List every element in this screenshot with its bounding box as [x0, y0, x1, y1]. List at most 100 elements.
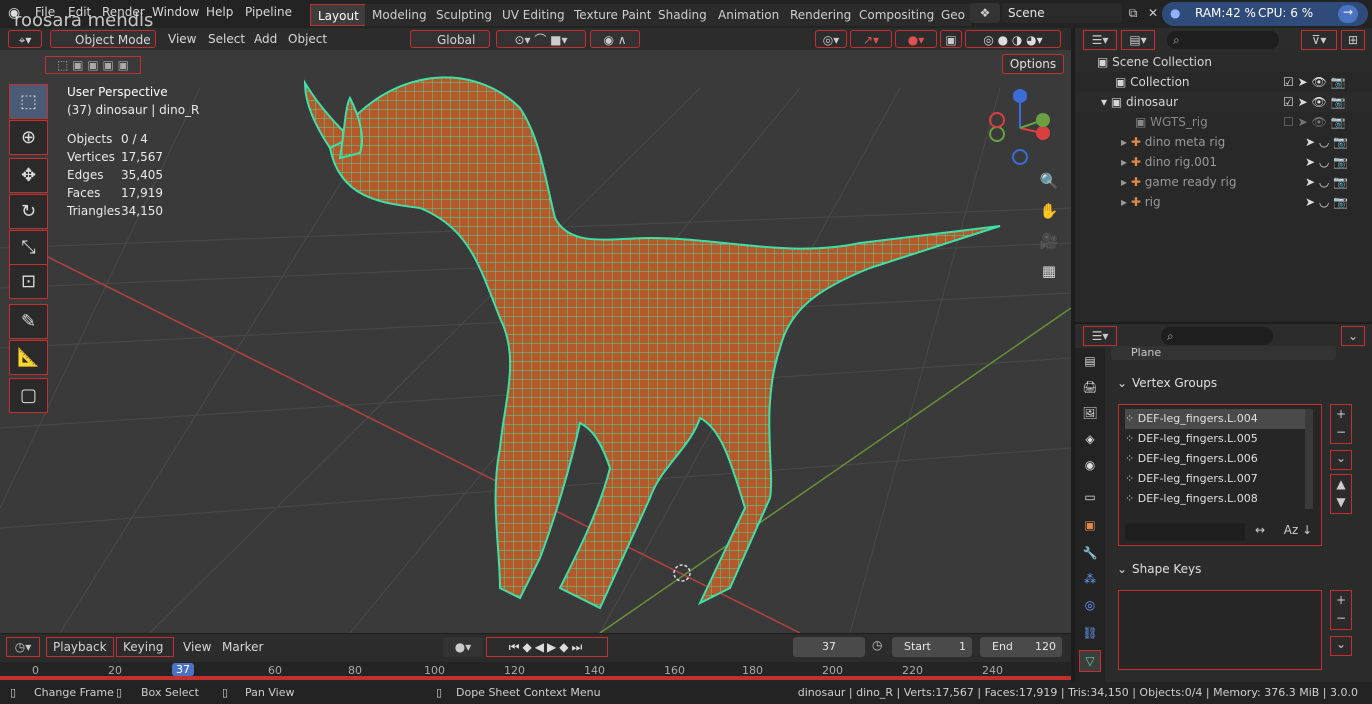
transform-tool-icon[interactable]: ⊡	[9, 264, 48, 299]
outliner-row-game-ready-rig[interactable]: ▸ ✚ game ready rig ➤ ◡ 📷	[1075, 172, 1372, 192]
timeline-editor-type-icon[interactable]: ◷▾	[6, 637, 40, 657]
scale-tool-icon[interactable]: ⤡	[9, 230, 48, 265]
outliner-editor-type-icon[interactable]: ☰▾	[1083, 30, 1117, 50]
object-mode-dropdown[interactable]: Object Mode	[50, 30, 156, 48]
filter-icon[interactable]: ⊽▾	[1301, 30, 1337, 50]
snap-tools[interactable]: ⊙▾ ⌒ ■▾	[496, 30, 586, 48]
camera-icon[interactable]: 🎥	[1038, 230, 1060, 252]
shape-keys-title[interactable]: Shape Keys	[1132, 562, 1201, 576]
outliner-row-dino-meta-rig[interactable]: ▸ ✚ dino meta rig ➤ ◡ 📷	[1075, 132, 1372, 152]
tab-sculpting[interactable]: Sculpting	[429, 4, 501, 26]
data-tab-icon[interactable]: ▽	[1079, 650, 1101, 672]
add-remove-shape-key-icon[interactable]: + −	[1330, 590, 1352, 630]
world-tab-icon[interactable]: ◉	[1079, 454, 1101, 476]
tab-modeling[interactable]: Modeling	[365, 4, 435, 26]
outliner-row-rig[interactable]: ▸ ✚ rig ➤ ◡ 📷	[1075, 192, 1372, 212]
menu-file[interactable]: File	[35, 5, 55, 19]
measure-tool-icon[interactable]: 📐	[9, 340, 48, 375]
grid-perspective-icon[interactable]: ▦	[1038, 260, 1060, 282]
autokey-icon[interactable]: ●▾	[443, 637, 483, 657]
current-frame-field[interactable]: 37	[793, 637, 865, 657]
move-group-icon[interactable]: ▲ ▼	[1330, 474, 1352, 514]
remove-scene-icon[interactable]: ✕	[1144, 3, 1162, 23]
editor-type-icon[interactable]: ⌖▾	[8, 30, 42, 48]
expand-icon[interactable]: ▸	[1121, 135, 1127, 149]
timeline-view-menu[interactable]: View	[183, 640, 211, 654]
expand-icon[interactable]: ▸	[1121, 155, 1127, 169]
list-item[interactable]: ⁘ DEF-leg_fingers.L.007	[1125, 469, 1305, 489]
expand-icon[interactable]: ▸	[1121, 195, 1127, 209]
menu-select[interactable]: Select	[208, 30, 245, 48]
playhead-label[interactable]: 37	[172, 663, 194, 676]
menu-view[interactable]: View	[168, 30, 196, 48]
row-controls-icon[interactable]: ➤ ◡ 📷	[1305, 172, 1348, 192]
keying-menu[interactable]: Keying	[116, 637, 174, 657]
scene-selector-icon[interactable]: ❖	[970, 3, 1000, 23]
vertex-groups-title[interactable]: Vertex Groups	[1132, 376, 1217, 390]
collapse-icon[interactable]: ⌄	[1117, 376, 1127, 390]
tab-animation[interactable]: Animation	[711, 4, 788, 26]
display-mode-icon[interactable]: ▤▾	[1121, 30, 1155, 50]
cursor-tool-icon[interactable]: ⊕	[9, 120, 48, 155]
sort-icon[interactable]: Az ↓	[1279, 523, 1317, 541]
menu-pipeline[interactable]: Pipeline	[245, 5, 292, 19]
row-controls-icon[interactable]: ➤ ◡ 📷	[1305, 152, 1348, 172]
swap-icon[interactable]: ↔	[1249, 523, 1271, 541]
tab-texture-paint[interactable]: Texture Paint	[567, 4, 660, 26]
visibility-icon[interactable]: ◎▾	[815, 30, 847, 48]
view-layer-tab-icon[interactable]: 🖼	[1079, 402, 1101, 424]
menu-object[interactable]: Object	[288, 30, 327, 48]
properties-editor-type-icon[interactable]: ☰▾	[1083, 326, 1117, 346]
outliner-row-collection[interactable]: ▣ Collection ☑ ➤ 👁 📷	[1075, 72, 1372, 92]
overlay-toggle-icon[interactable]: ●▾	[895, 30, 937, 48]
outliner-row-dino-rig-001[interactable]: ▸ ✚ dino rig.001 ➤ ◡ 📷	[1075, 152, 1372, 172]
rotate-tool-icon[interactable]: ↻	[9, 194, 48, 229]
xray-icon[interactable]: ▣	[940, 30, 962, 48]
chevron-down-icon[interactable]: ⌄	[1341, 326, 1365, 346]
vertex-group-filter-input[interactable]	[1125, 523, 1245, 541]
menu-render[interactable]: Render	[102, 5, 145, 19]
shape-key-menu-icon[interactable]: ⌄	[1330, 636, 1352, 656]
output-tab-icon[interactable]: 🖨	[1079, 376, 1101, 398]
copy-scene-icon[interactable]: ⧉	[1124, 3, 1142, 23]
menu-edit[interactable]: Edit	[68, 5, 91, 19]
tab-geo[interactable]: Geo	[934, 4, 974, 26]
tab-shading[interactable]: Shading	[651, 4, 715, 26]
tab-compositing[interactable]: Compositing	[852, 4, 943, 26]
row-controls-icon[interactable]: ➤ ◡ 📷	[1305, 192, 1348, 212]
select-box-tool-icon[interactable]: ⬚	[9, 84, 48, 119]
tab-uv-editing[interactable]: UV Editing	[495, 4, 573, 26]
vertex-group-menu-icon[interactable]: ⌄	[1330, 450, 1352, 470]
playback-menu[interactable]: Playback	[46, 637, 114, 657]
outliner-search-input[interactable]: ⌕	[1167, 31, 1279, 49]
pan-hand-icon[interactable]: ✋	[1038, 200, 1060, 222]
arrow-right-icon[interactable]: →	[1338, 5, 1358, 23]
scene-name-field[interactable]: Scene	[1002, 3, 1122, 23]
object-name-field[interactable]: Plane	[1111, 346, 1336, 360]
list-item[interactable]: ⁘ DEF-leg_fingers.L.004	[1125, 409, 1305, 429]
row-controls-icon[interactable]: ☑ ➤ 👁 📷	[1283, 92, 1345, 112]
list-item[interactable]: ⁘ DEF-leg_fingers.L.008	[1125, 489, 1305, 509]
scene-tab-icon[interactable]: ◈	[1079, 428, 1101, 450]
gizmo-toggle-icon[interactable]: ↗▾	[850, 30, 892, 48]
add-cube-tool-icon[interactable]: ▢	[9, 378, 48, 413]
outliner-row-wgts-rig[interactable]: ▣ WGTS_rig ☐ ➤ 👁 📷	[1075, 112, 1372, 132]
render-tab-icon[interactable]: ▤	[1079, 350, 1101, 372]
properties-search-input[interactable]: ⌕	[1161, 327, 1273, 345]
list-item[interactable]: ⁘ DEF-leg_fingers.L.005	[1125, 429, 1305, 449]
3d-viewport[interactable]: ⌖▾ Object Mode View Select Add Object Gl…	[0, 28, 1071, 633]
list-item[interactable]: ⁘ DEF-leg_fingers.L.006	[1125, 449, 1305, 469]
row-controls-icon[interactable]: ☐ ➤ 👁 📷	[1283, 112, 1345, 132]
menu-add[interactable]: Add	[254, 30, 277, 48]
row-controls-icon[interactable]: ☑ ➤ 👁 📷	[1283, 72, 1345, 92]
transform-orientation-dropdown[interactable]: Global	[410, 30, 490, 48]
add-remove-group-icon[interactable]: + −	[1330, 404, 1352, 444]
options-dropdown[interactable]: Options	[1002, 54, 1064, 74]
zoom-icon[interactable]: 🔍	[1038, 170, 1060, 192]
physics-tab-icon[interactable]: ◎	[1079, 594, 1101, 616]
list-scrollbar[interactable]	[1305, 409, 1313, 509]
menu-window[interactable]: Window	[152, 5, 199, 19]
menu-help[interactable]: Help	[206, 5, 233, 19]
clock-icon[interactable]: ◷	[872, 638, 882, 652]
select-mode-icons[interactable]: ⬚ ▣ ▣ ▣ ▣	[45, 56, 141, 74]
